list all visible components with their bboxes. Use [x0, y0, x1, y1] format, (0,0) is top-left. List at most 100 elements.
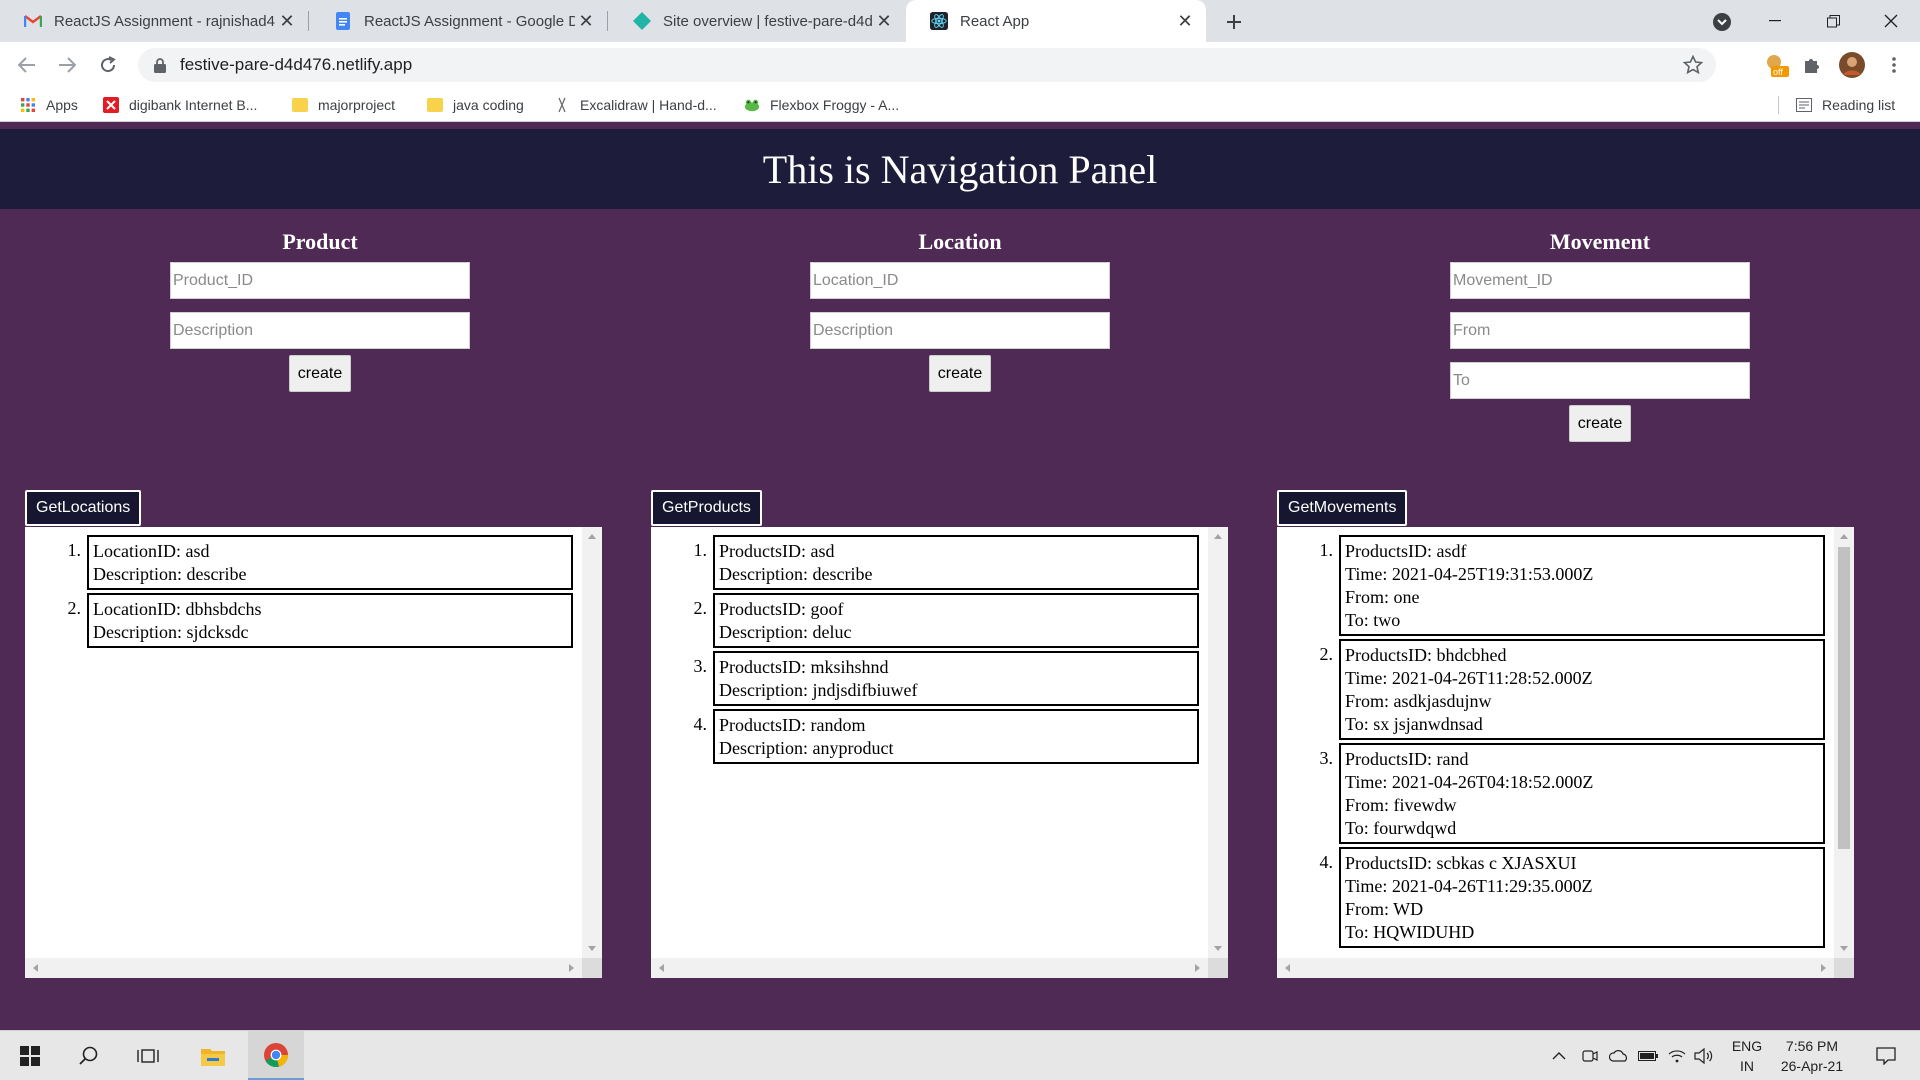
onedrive-cloud-icon[interactable] — [1607, 1031, 1631, 1080]
profile-avatar[interactable] — [1838, 51, 1866, 79]
scrollbar-thumb[interactable] — [1838, 547, 1850, 849]
reload-icon[interactable] — [94, 51, 122, 79]
meet-now-icon[interactable] — [1578, 1031, 1602, 1080]
bookmark-java-coding[interactable]: java coding — [427, 94, 524, 116]
record-field: From: asdkjasdujnw — [1345, 691, 1492, 711]
list-item: 3. ProductsID: mksihshnd Description: jndj… — [651, 651, 1208, 706]
movements-list-panel[interactable]: 1. ProductsID: asdf Time: 2021-04-25T19:31… — [1277, 527, 1854, 978]
tab-react-app[interactable]: React App ✕ — [906, 0, 1206, 42]
file-explorer-icon[interactable] — [185, 1031, 241, 1080]
movement-heading: Movement — [1549, 229, 1651, 254]
extension-icon[interactable]: off — [1762, 51, 1790, 79]
products-list-panel[interactable]: 1. ProductsID: asd Description: describe 2.… — [651, 527, 1228, 978]
product-description-input[interactable] — [170, 312, 470, 349]
tab-search-button[interactable] — [1708, 8, 1736, 36]
record-field: Description: describe — [719, 564, 873, 584]
restore-button[interactable] — [1810, 0, 1856, 42]
list-item-number: 4. — [1319, 852, 1334, 872]
create-product-button[interactable]: create — [288, 355, 352, 392]
vertical-scrollbar[interactable] — [582, 527, 602, 958]
clock[interactable]: 7:56 PM 26-Apr-21 — [1772, 1031, 1852, 1080]
locations-list-panel[interactable]: 1. LocationID: asd Description: describe 2.… — [25, 527, 602, 978]
close-tab-icon[interactable]: ✕ — [1174, 10, 1196, 32]
react-icon — [930, 12, 948, 30]
get-movements-button[interactable]: GetMovements — [1277, 490, 1408, 526]
forward-arrow-icon[interactable] — [53, 51, 81, 79]
minimize-button[interactable] — [1752, 0, 1798, 42]
product-id-input[interactable] — [170, 262, 470, 299]
location-description-input[interactable] — [810, 312, 1110, 349]
horizontal-scrollbar[interactable] — [25, 958, 602, 978]
close-tab-icon[interactable]: ✕ — [873, 10, 895, 32]
record-field: Description: sjdcksdc — [93, 622, 249, 642]
close-window-button[interactable] — [1868, 0, 1914, 42]
horizontal-scrollbar[interactable] — [1277, 958, 1854, 978]
record-field: Time: 2021-04-26T04:18:52.000Z — [1345, 772, 1594, 792]
location-id-input[interactable] — [810, 262, 1110, 299]
tab-netlify[interactable]: Site overview | festive-pare-d4d4 ✕ — [609, 0, 905, 42]
gmail-icon — [24, 12, 42, 30]
vertical-scrollbar[interactable] — [1208, 527, 1228, 958]
wifi-icon[interactable] — [1665, 1031, 1689, 1080]
clock-date: 26-Apr-21 — [1780, 1058, 1844, 1074]
close-tab-icon[interactable]: ✕ — [276, 10, 298, 32]
record-field: Description: jndjsdifbiuwef — [719, 680, 918, 700]
lock-icon[interactable] — [152, 57, 168, 73]
record-card: LocationID: dbhsbdchs Description: sjdcks… — [87, 593, 573, 648]
list-item-number: 4. — [693, 714, 708, 734]
record-field: ProductsID: scbkas c XJASXUI — [1345, 853, 1577, 873]
battery-icon[interactable] — [1636, 1031, 1660, 1080]
chrome-menu-icon[interactable] — [1880, 51, 1908, 79]
chrome-taskbar-icon[interactable] — [248, 1031, 304, 1080]
movement-from-input[interactable] — [1450, 312, 1750, 349]
bookmarks-bar: Apps digibank Internet B... majorproject… — [0, 88, 1920, 122]
back-arrow-icon[interactable] — [13, 51, 41, 79]
list-item-number: 1. — [693, 540, 708, 560]
record-field: To: two — [1345, 610, 1401, 630]
create-location-button[interactable]: create — [928, 355, 992, 392]
list-item-number: 2. — [1319, 644, 1334, 664]
region-label: IN — [1740, 1058, 1754, 1074]
reading-list-button[interactable]: Reading list — [1796, 94, 1895, 116]
bookmark-label: Apps — [46, 97, 78, 113]
windows-taskbar: ENG IN 7:56 PM 26-Apr-21 — [0, 1030, 1920, 1080]
show-hidden-icons-chevron-icon[interactable] — [1547, 1031, 1571, 1080]
get-products-button[interactable]: GetProducts — [651, 490, 762, 526]
bookmark-excalidraw[interactable]: Excalidraw | Hand-d... — [554, 94, 717, 116]
record-card: ProductsID: asdf Time: 2021-04-25T19:31:5… — [1339, 535, 1825, 636]
bookmark-apps[interactable]: Apps — [20, 94, 78, 116]
movement-to-input[interactable] — [1450, 362, 1750, 399]
bookmark-flexbox-froggy[interactable]: Flexbox Froggy - A... — [744, 94, 899, 116]
horizontal-scrollbar[interactable] — [651, 958, 1228, 978]
list-item: 1. LocationID: asd Description: describe — [25, 535, 582, 590]
products-list: 1. ProductsID: asd Description: describe 2.… — [651, 535, 1208, 764]
create-movement-button[interactable]: create — [1568, 405, 1632, 442]
movement-id-input[interactable] — [1450, 262, 1750, 299]
extension-badge: off — [1773, 67, 1783, 77]
browser-toolbar: festive-pare-d4d476.netlify.app off — [0, 42, 1920, 88]
product-form: Product create — [170, 226, 470, 392]
address-bar[interactable]: festive-pare-d4d476.netlify.app — [138, 48, 1716, 82]
puzzle-extensions-icon[interactable] — [1798, 51, 1826, 79]
tab-gmail[interactable]: ReactJS Assignment - rajnishad4 ✕ — [0, 0, 308, 42]
record-field: ProductsID: random — [719, 715, 866, 735]
windows-start-icon[interactable] — [2, 1031, 58, 1080]
task-view-icon[interactable] — [120, 1031, 176, 1080]
volume-speaker-icon[interactable] — [1692, 1031, 1716, 1080]
list-item: 2. ProductsID: goof Description: deluc — [651, 593, 1208, 648]
tab-google-docs[interactable]: ReactJS Assignment - Google Do ✕ — [310, 0, 607, 42]
browser-tab-strip: ReactJS Assignment - rajnishad4 ✕ ReactJ… — [0, 0, 1920, 42]
vertical-scrollbar[interactable] — [1834, 527, 1854, 958]
notifications-icon[interactable] — [1866, 1031, 1906, 1080]
list-item-number: 2. — [693, 598, 708, 618]
language-indicator[interactable]: ENG IN — [1724, 1031, 1770, 1080]
new-tab-button[interactable] — [1220, 8, 1248, 36]
close-tab-icon[interactable]: ✕ — [575, 10, 597, 32]
bookmark-digibank[interactable]: digibank Internet B... — [103, 94, 257, 116]
bookmark-label: digibank Internet B... — [129, 97, 258, 113]
bookmark-majorproject[interactable]: majorproject — [292, 94, 395, 116]
bookmark-star-icon[interactable] — [1680, 52, 1706, 78]
reading-list-label: Reading list — [1822, 97, 1896, 113]
search-icon[interactable] — [61, 1031, 117, 1080]
get-locations-button[interactable]: GetLocations — [25, 490, 142, 526]
